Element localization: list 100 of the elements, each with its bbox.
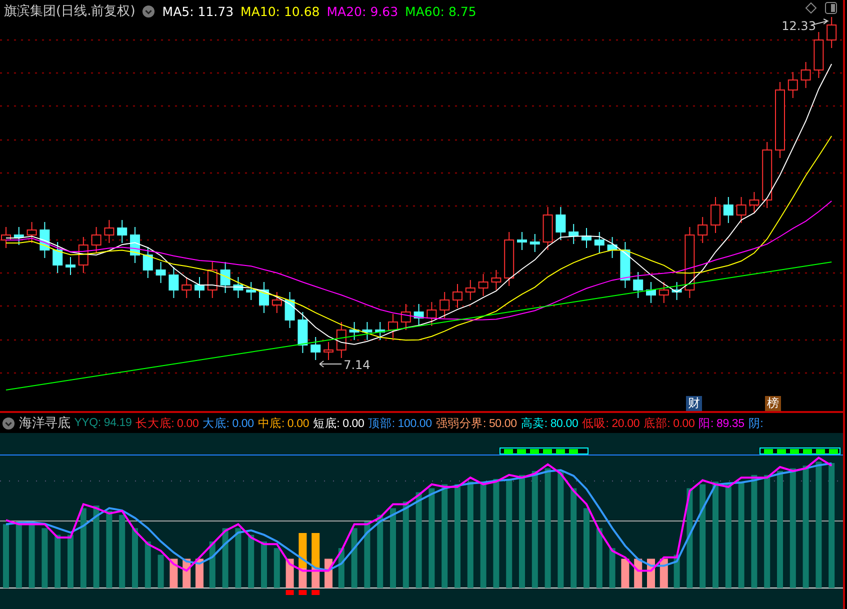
- moving-average-value: MA60: 8.75: [405, 4, 476, 18]
- candlestick: [130, 226, 140, 264]
- candlestick: [426, 302, 437, 326]
- low-zone-bar: [170, 558, 178, 588]
- chevron-icon[interactable]: [142, 4, 156, 18]
- candlestick: [440, 292, 450, 318]
- candlestick: [788, 72, 798, 98]
- candlestick: [556, 206, 566, 240]
- candlestick: [14, 226, 24, 246]
- candlestick: [26, 222, 37, 244]
- candlestick: [40, 222, 50, 258]
- candlestick: [672, 282, 682, 300]
- histogram-bar: [261, 541, 267, 588]
- indicator-value: 阳: 89.35: [698, 416, 744, 430]
- candlestick: [762, 142, 772, 208]
- candlestick: [156, 262, 166, 284]
- high-price-label: 12.33: [782, 19, 816, 33]
- candlestick: [723, 196, 734, 224]
- low-arrow-icon: [319, 360, 342, 368]
- event-badge[interactable]: 财: [686, 396, 702, 411]
- candlestick: [375, 322, 386, 340]
- candlestick: [400, 304, 411, 330]
- histogram-bar: [68, 534, 74, 588]
- candlestick: [349, 322, 360, 340]
- histogram-bar: [132, 528, 138, 588]
- candlestick: [607, 236, 618, 258]
- candlestick: [620, 242, 630, 288]
- chevron-icon[interactable]: [2, 416, 15, 430]
- candlestick: [194, 276, 204, 298]
- candlestick: [684, 226, 695, 298]
- histogram-bar: [248, 534, 254, 588]
- candlestick: [504, 232, 514, 286]
- candlestick: [66, 256, 76, 276]
- candlestick: [710, 196, 720, 234]
- candlestick: [168, 266, 179, 298]
- indicator-value: 长大底: 0.00: [136, 416, 199, 430]
- candlestick: [517, 232, 527, 250]
- candlestick: [465, 280, 476, 300]
- diamond-icon[interactable]: [805, 2, 817, 14]
- candlestick: [826, 16, 837, 48]
- indicator-value: 强弱分界: 50.00: [436, 416, 517, 430]
- candlestick: [52, 242, 63, 274]
- candlestick: [220, 262, 230, 294]
- histogram-bar: [3, 524, 9, 588]
- candlestick: [814, 32, 824, 78]
- candlestick: [259, 282, 269, 314]
- candlestick: [749, 192, 760, 214]
- candlestick: [233, 276, 244, 298]
- candlestick: [336, 322, 346, 358]
- bottom-marker: [286, 590, 294, 595]
- stock-title: 旗滨集团(日线.前复权): [4, 3, 136, 20]
- event-badge[interactable]: 榜: [765, 396, 781, 411]
- bottom-signal-bar: [298, 533, 307, 568]
- candlestick: [582, 228, 592, 248]
- indicator-value: 高卖: 80.00: [520, 416, 578, 430]
- low-price-label: 7.14: [344, 358, 370, 372]
- candlestick: [324, 342, 334, 360]
- candlestick: [246, 282, 256, 300]
- indicator-value: YYQ: 94.19: [74, 417, 132, 429]
- candlestick: [298, 312, 308, 354]
- indicator-value: 顶部: 100.00: [368, 416, 432, 430]
- candlestick: [646, 282, 656, 304]
- candlestick: [491, 270, 502, 290]
- candlestick: [698, 216, 708, 244]
- window-icon[interactable]: [825, 2, 837, 14]
- moving-average-value: MA10: 10.68: [240, 4, 320, 18]
- candlestick: [272, 292, 282, 314]
- candlestick: [182, 276, 192, 298]
- candlestick: [568, 224, 579, 244]
- candlestick: [142, 246, 153, 278]
- candlestick: [91, 226, 102, 254]
- candlestick: [530, 234, 540, 252]
- candlestick: [284, 292, 295, 328]
- histogram-bar: [54, 534, 61, 588]
- histogram-bar: [42, 528, 48, 588]
- candlestick: [104, 220, 114, 244]
- candlestick: [658, 282, 669, 304]
- bottom-marker: [298, 590, 307, 595]
- candlestick: [594, 232, 604, 254]
- candlestick: [207, 262, 218, 298]
- candlestick: [310, 336, 321, 360]
- candlestick: [800, 62, 811, 88]
- low-zone-bar: [621, 558, 630, 588]
- histogram-bar: [235, 528, 242, 588]
- low-zone-bar: [196, 558, 204, 588]
- candlestick: [362, 322, 372, 340]
- indicator-value: 大底: 0.00: [202, 416, 254, 430]
- bottom-signal-bar: [312, 533, 320, 568]
- indicator-value: 中底: 0.00: [258, 416, 310, 430]
- candlestick: [414, 304, 424, 326]
- indicator-value: 低吸: 20.00: [582, 416, 640, 430]
- indicator-value: 阴:: [748, 416, 764, 430]
- candlestick: [78, 236, 88, 274]
- moving-average-value: MA5: 11.73: [162, 4, 234, 18]
- histogram-bar: [364, 522, 370, 588]
- moving-average-value: MA20: 9.63: [326, 4, 398, 18]
- bottom-marker: [312, 590, 320, 595]
- candlestick: [633, 272, 644, 298]
- indicator-value: 短底: 0.00: [313, 416, 364, 430]
- candlestick: [542, 206, 553, 250]
